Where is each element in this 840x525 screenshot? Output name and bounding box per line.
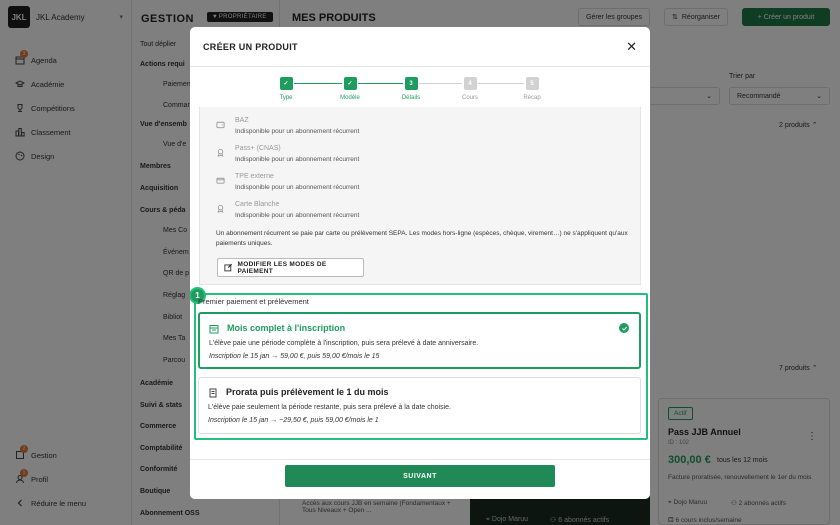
check-circle-icon bbox=[619, 323, 629, 333]
document-icon bbox=[208, 388, 219, 399]
step-label: Récap bbox=[523, 95, 541, 101]
step-label: Modèle bbox=[340, 95, 360, 101]
medal-icon bbox=[216, 204, 226, 214]
step-number: 3 bbox=[404, 77, 418, 90]
option-title: Prorata puis prélèvement le 1 du mois bbox=[226, 387, 389, 397]
card-terminal-icon bbox=[216, 176, 226, 186]
next-button[interactable]: SUIVANT bbox=[285, 465, 555, 487]
step-label: Type bbox=[279, 95, 293, 101]
stepper-step: ✓ Type bbox=[266, 77, 306, 101]
calendar-icon bbox=[209, 324, 220, 335]
option-prorata[interactable]: Prorata puis prélèvement le 1 du mois L'… bbox=[198, 377, 641, 434]
payment-method-status: Indisponible pour un abonnement récurren… bbox=[235, 212, 360, 219]
modify-payment-methods-button[interactable]: MODIFIER LES MODES DE PAIEMENT bbox=[217, 258, 364, 277]
stepper-step: 4 Cours bbox=[450, 77, 490, 101]
step-label: Cours bbox=[461, 95, 478, 101]
wallet-icon bbox=[216, 120, 226, 130]
option-example: Inscription le 15 jan → ~29,50 €, puis 5… bbox=[208, 417, 379, 424]
payment-method-status: Indisponible pour un abonnement récurren… bbox=[235, 128, 360, 135]
modal-header: CRÉER UN PRODUIT ✕ bbox=[190, 27, 650, 67]
close-icon[interactable]: ✕ bbox=[626, 39, 637, 55]
modal-title: CRÉER UN PRODUIT bbox=[203, 41, 298, 52]
modal-scroll-area[interactable]: BAZ Indisponible pour un abonnement récur… bbox=[190, 107, 650, 459]
payment-method-name: TPE externe bbox=[235, 173, 274, 180]
option-description: L'élève paie seulement la période restan… bbox=[208, 404, 451, 411]
medal-icon bbox=[216, 148, 226, 158]
option-description: L'élève paie une période complète à l'in… bbox=[209, 340, 479, 347]
payment-method-status: Indisponible pour un abonnement récurren… bbox=[235, 184, 360, 191]
section-title: Premier paiement et prélèvement bbox=[198, 297, 309, 306]
payment-method-name: Carte Blanche bbox=[235, 201, 280, 208]
stepper-step: 3 Détails bbox=[391, 77, 431, 101]
stepper-step: ✓ Modèle bbox=[330, 77, 370, 101]
payment-method-name: Pass+ (CNAS) bbox=[235, 145, 281, 152]
payment-method-name: BAZ bbox=[235, 117, 249, 124]
payment-methods-box: BAZ Indisponible pour un abonnement récur… bbox=[199, 107, 641, 285]
step-number: 5 bbox=[525, 77, 539, 90]
option-title: Mois complet à l'inscription bbox=[227, 323, 346, 333]
edit-icon bbox=[224, 263, 233, 272]
step-check-icon: ✓ bbox=[343, 77, 357, 90]
stepper-step: 5 Récap bbox=[512, 77, 552, 101]
payment-note: Un abonnement récurrent se paie par cart… bbox=[216, 230, 628, 247]
step-label: Détails bbox=[401, 95, 421, 101]
option-full-month[interactable]: Mois complet à l'inscription L'élève pai… bbox=[198, 312, 641, 369]
payment-method-status: Indisponible pour un abonnement récurren… bbox=[235, 156, 360, 163]
step-check-icon: ✓ bbox=[279, 77, 293, 90]
create-product-modal: CRÉER UN PRODUIT ✕ ‹ ✓Type✓Modèle3Détail… bbox=[190, 27, 650, 499]
step-number: 4 bbox=[463, 77, 477, 90]
option-example: Inscription le 15 jan → 59,00 €, puis 59… bbox=[209, 353, 380, 360]
